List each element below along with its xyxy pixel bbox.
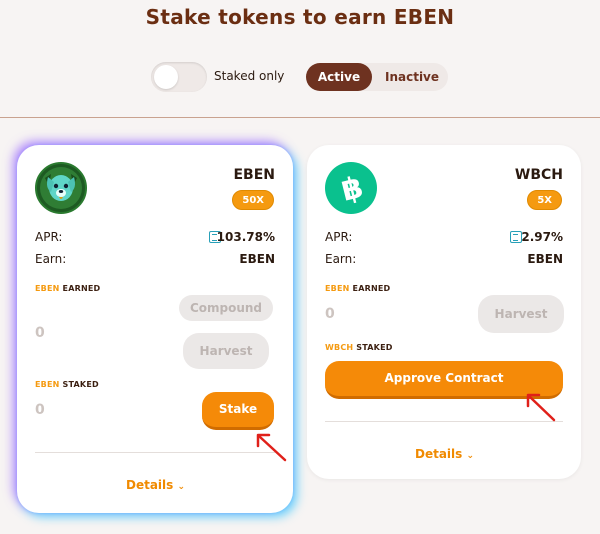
earned-section-label: EBEN EARNED <box>325 284 390 293</box>
earned-token: EBEN <box>325 284 350 293</box>
harvest-button[interactable]: Harvest <box>478 295 564 333</box>
multiplier-badge: 5X <box>527 190 562 210</box>
chevron-down-icon: ⌄ <box>177 482 186 492</box>
staked-token: WBCH <box>325 343 354 352</box>
details-toggle[interactable]: Details ⌄ <box>126 478 185 492</box>
tab-inactive[interactable]: Inactive <box>378 63 446 91</box>
calculator-icon[interactable] <box>510 231 522 243</box>
eben-dog-icon <box>35 162 87 214</box>
apr-value: 2.97% <box>521 230 563 244</box>
page-header: Stake tokens to earn EBEN Staked only Ac… <box>0 0 600 118</box>
compound-button[interactable]: Compound <box>179 295 273 321</box>
annotation-arrow-icon <box>526 393 556 422</box>
staked-only-label: Staked only <box>214 69 285 83</box>
staked-section-label: WBCH STAKED <box>325 343 393 352</box>
pool-name: WBCH <box>514 167 563 183</box>
staked-amount: 0 <box>35 402 45 418</box>
stake-button[interactable]: Stake <box>202 392 274 430</box>
annotation-arrow-icon <box>256 433 287 462</box>
tab-active[interactable]: Active <box>306 63 372 91</box>
staked-suffix: STAKED <box>356 343 393 352</box>
earn-value: EBEN <box>527 252 563 266</box>
multiplier-badge: 50X <box>232 190 274 210</box>
staked-only-toggle[interactable] <box>151 62 207 92</box>
details-label: Details <box>415 447 463 461</box>
earned-suffix: EARNED <box>352 284 391 293</box>
earn-label: Earn: <box>35 252 67 266</box>
staked-suffix: STAKED <box>62 380 99 389</box>
earn-label: Earn: <box>325 252 357 266</box>
pool-status-tabs: Active Inactive <box>306 63 448 91</box>
pool-card-wbch: ฿ WBCH 5X APR: 2.97% Earn: EBEN EBEN EAR… <box>307 145 581 479</box>
bitcoin-cash-icon: ฿ <box>325 162 377 214</box>
apr-label: APR: <box>325 230 353 244</box>
earned-amount: 0 <box>35 325 45 341</box>
toggle-knob <box>154 65 178 89</box>
page-title: Stake tokens to earn EBEN <box>145 5 455 29</box>
details-toggle[interactable]: Details ⌄ <box>415 447 474 461</box>
harvest-button[interactable]: Harvest <box>183 333 269 369</box>
apr-value: 103.78% <box>216 230 275 244</box>
earn-value: EBEN <box>239 252 275 266</box>
chevron-down-icon: ⌄ <box>466 451 475 461</box>
pool-name: EBEN <box>233 167 275 183</box>
divider <box>35 452 275 453</box>
earned-amount: 0 <box>325 306 335 322</box>
apr-label: APR: <box>35 230 63 244</box>
earned-token: EBEN <box>35 284 60 293</box>
svg-text:฿: ฿ <box>338 170 367 209</box>
staked-token: EBEN <box>35 380 60 389</box>
earned-suffix: EARNED <box>62 284 101 293</box>
staked-section-label: EBEN STAKED <box>35 380 99 389</box>
earned-section-label: EBEN EARNED <box>35 284 100 293</box>
details-label: Details <box>126 478 174 492</box>
